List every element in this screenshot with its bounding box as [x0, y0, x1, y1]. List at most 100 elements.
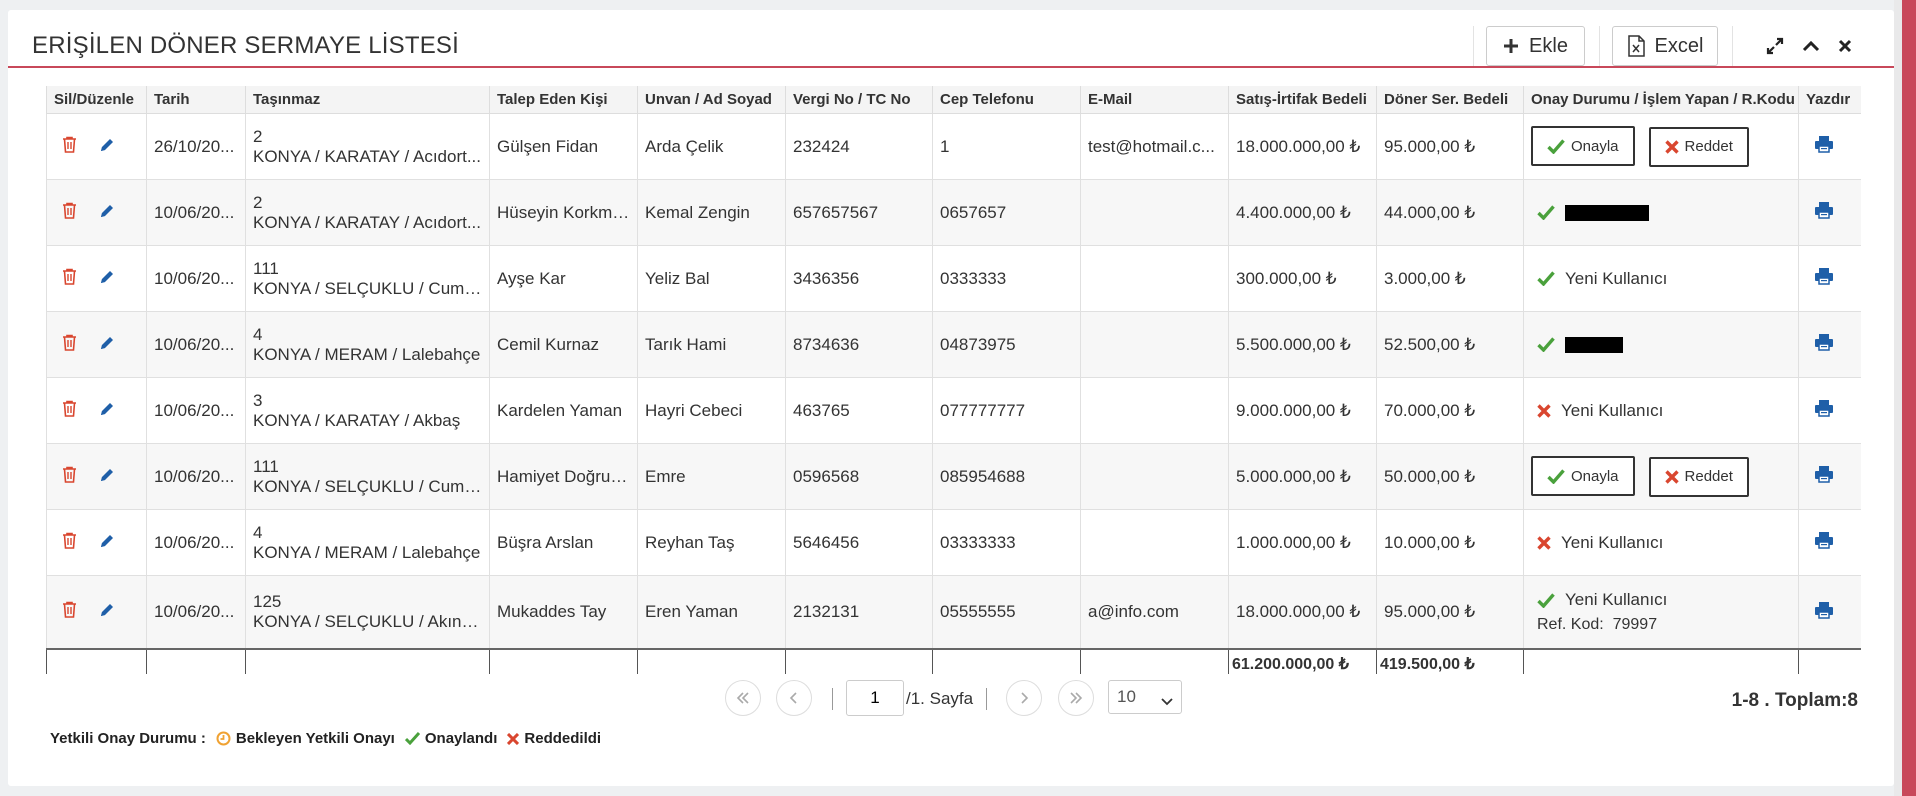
delete-icon[interactable]	[62, 466, 77, 483]
edit-icon[interactable]	[99, 137, 115, 153]
reject-button[interactable]: Reddet	[1648, 126, 1749, 167]
cell-talep-eden: Hüseyin Korkmaz	[489, 179, 638, 246]
table-row: 10/06/20... 3 KONYA / KARATAY / Akbaş Karde…	[46, 377, 1861, 444]
print-icon[interactable]	[1814, 201, 1834, 219]
cell-email	[1080, 179, 1229, 246]
status-line: Yeni Kullanıcı	[1531, 401, 1791, 421]
delete-icon[interactable]	[62, 202, 77, 219]
prev-page-button[interactable]	[776, 680, 812, 716]
cell-tasinmaz: 2 KONYA / KARATAY / Acıdort...	[245, 113, 490, 180]
table-row: 10/06/20... 111 KONYA / SELÇUKLU / Cumh...…	[46, 443, 1861, 510]
cell-vergi-no: 232424	[785, 113, 933, 180]
next-page-button[interactable]	[1006, 680, 1042, 716]
cell-satis-bedeli: 9.000.000,00 ₺	[1228, 377, 1377, 444]
cell-doner-bedeli: 10.000,00 ₺	[1376, 509, 1524, 576]
ref-code-label: Ref. Kod:	[1537, 616, 1604, 633]
close-icon[interactable]	[1835, 36, 1855, 56]
delete-icon[interactable]	[62, 532, 77, 549]
cell-unvan: Yeliz Bal	[637, 245, 786, 312]
reject-button[interactable]: Reddet	[1648, 456, 1749, 497]
column-header: Onay Durumu / İşlem Yapan / R.Kodu	[1523, 86, 1799, 114]
delete-icon[interactable]	[62, 601, 77, 618]
cross-icon	[1664, 470, 1679, 484]
pager-divider	[832, 688, 833, 710]
status-user: Yeni Kullanıcı	[1565, 268, 1668, 288]
print-icon[interactable]	[1814, 465, 1834, 483]
cell-doner-bedeli: 95.000,00 ₺	[1376, 113, 1524, 180]
print-icon[interactable]	[1814, 531, 1834, 549]
header-divider	[1599, 26, 1600, 66]
page-number-input[interactable]	[846, 680, 904, 716]
print-icon[interactable]	[1814, 399, 1834, 417]
cell-talep-eden: Cemil Kurnaz	[489, 311, 638, 378]
column-header: Döner Ser. Bedeli	[1376, 86, 1524, 114]
table-header-row: Sil/Düzenle Tarih Taşınmaz Talep Eden Kişi U…	[46, 86, 1861, 114]
edit-icon[interactable]	[99, 602, 115, 618]
row-actions	[46, 245, 147, 312]
tasinmaz-no: 2	[253, 126, 263, 146]
delete-icon[interactable]	[62, 400, 77, 417]
add-button[interactable]: Ekle	[1486, 26, 1585, 66]
cell-doner-bedeli: 70.000,00 ₺	[1376, 377, 1524, 444]
ref-code-value: 79997	[1612, 616, 1658, 633]
print-icon[interactable]	[1814, 333, 1834, 351]
edit-icon[interactable]	[99, 401, 115, 417]
check-icon	[404, 732, 420, 745]
cell-email	[1080, 311, 1229, 378]
pagination: /1. Sayfa 10	[0, 680, 1886, 720]
cell-onay-durumu: Yeni Kullanıcı	[1523, 245, 1799, 312]
total-doner: 419.500,00 ₺	[1376, 649, 1524, 674]
cell-tarih: 10/06/20...	[146, 575, 246, 650]
column-header: Taşınmaz	[245, 86, 490, 114]
print-icon[interactable]	[1814, 601, 1834, 619]
expand-icon[interactable]	[1765, 36, 1785, 56]
cell-yazdir	[1798, 575, 1861, 650]
table-row: 10/06/20... 2 KONYA / KARATAY / Acıdort...…	[46, 179, 1861, 246]
edit-icon[interactable]	[99, 467, 115, 483]
redacted-user	[1565, 204, 1649, 221]
collapse-icon[interactable]	[1801, 36, 1821, 56]
status-line: Yeni Kullanıcı	[1531, 590, 1791, 610]
print-icon[interactable]	[1814, 267, 1834, 285]
status-user: Yeni Kullanıcı	[1561, 400, 1664, 420]
cell-unvan: Kemal Zengin	[637, 179, 786, 246]
cell-unvan: Reyhan Taş	[637, 509, 786, 576]
print-icon[interactable]	[1814, 135, 1834, 153]
approve-button[interactable]: Onayla	[1531, 456, 1635, 497]
column-header: Vergi No / TC No	[785, 86, 933, 114]
excel-button[interactable]: Excel	[1612, 26, 1718, 66]
tasinmaz-adres: KONYA / MERAM / Lalebahçe	[253, 542, 481, 562]
edit-icon[interactable]	[99, 203, 115, 219]
row-actions	[46, 575, 147, 650]
first-page-button[interactable]	[725, 680, 761, 716]
delete-icon[interactable]	[62, 268, 77, 285]
delete-icon[interactable]	[62, 334, 77, 351]
cell-tarih: 10/06/20...	[146, 311, 246, 378]
cell-unvan: Tarık Hami	[637, 311, 786, 378]
cell-onay-durumu: Onayla Reddet	[1523, 443, 1799, 510]
approve-button[interactable]: Onayla	[1531, 126, 1635, 167]
edit-icon[interactable]	[99, 269, 115, 285]
tasinmaz-adres: KONYA / SELÇUKLU / Cumh...	[253, 476, 482, 496]
edit-icon[interactable]	[99, 533, 115, 549]
column-header: Cep Telefonu	[932, 86, 1081, 114]
cell-vergi-no: 5646456	[785, 509, 933, 576]
reject-button-label: Reddet	[1684, 468, 1733, 486]
cell-email: test@hotmail.c...	[1080, 113, 1229, 180]
window-scrollbar-track[interactable]	[1894, 0, 1902, 796]
clock-icon	[216, 731, 231, 746]
column-header: Talep Eden Kişi	[489, 86, 638, 114]
delete-icon[interactable]	[62, 136, 77, 153]
edit-icon[interactable]	[99, 335, 115, 351]
last-page-button[interactable]	[1058, 680, 1094, 716]
cell-unvan: Emre	[637, 443, 786, 510]
tasinmaz-no: 3	[253, 390, 263, 410]
page-size-select[interactable]: 10	[1108, 680, 1182, 714]
column-header: Sil/Düzenle	[46, 86, 147, 114]
tasinmaz-adres: KONYA / KARATAY / Acıdort...	[253, 146, 482, 166]
cell-cep-telefonu: 085954688	[932, 443, 1081, 510]
header-divider	[1473, 26, 1474, 66]
cell-talep-eden: Hamiyet Doğrusöz	[489, 443, 638, 510]
tasinmaz-no: 125	[253, 592, 282, 611]
cell-tarih: 10/06/20...	[146, 245, 246, 312]
